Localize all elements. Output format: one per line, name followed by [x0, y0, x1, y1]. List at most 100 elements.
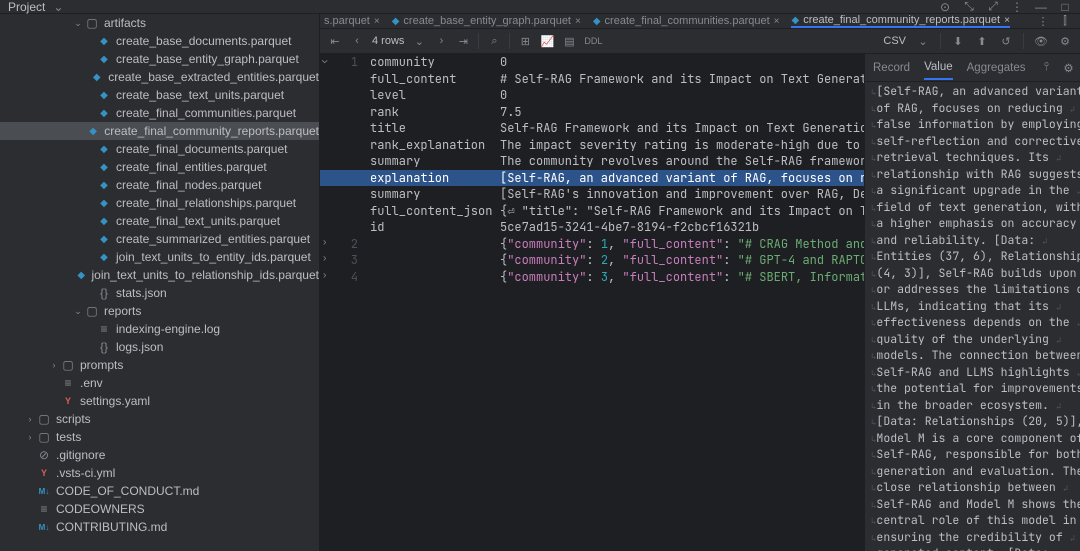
- value-viewer[interactable]: ↳[Self-RAG, an advanced variant ↲↳of RAG…: [865, 82, 1080, 551]
- prev-icon[interactable]: ‹: [350, 34, 364, 48]
- file-item[interactable]: ◆create_final_text_units.parquet: [0, 212, 319, 230]
- format-select[interactable]: CSV: [883, 35, 906, 47]
- file-item[interactable]: Ysettings.yaml: [0, 392, 319, 410]
- settings-icon[interactable]: ⋮: [1010, 0, 1024, 14]
- tab-record[interactable]: Record: [873, 57, 910, 79]
- fold-icon[interactable]: ⌄: [322, 54, 327, 66]
- collapse-icon[interactable]: ⤢: [986, 0, 1000, 14]
- project-tree[interactable]: ⌄▢artifacts ◆create_base_documents.parqu…: [0, 14, 320, 551]
- file-item[interactable]: ◆create_final_nodes.parquet: [0, 176, 319, 194]
- table-view-icon[interactable]: ⊞: [518, 34, 532, 48]
- file-item[interactable]: ◆create_base_entity_graph.parquet: [0, 50, 319, 68]
- first-icon[interactable]: ⇤: [328, 34, 342, 48]
- file-item[interactable]: ≡indexing-engine.log: [0, 320, 319, 338]
- ddl-button[interactable]: DDL: [584, 36, 602, 46]
- chart-icon[interactable]: 📈: [540, 34, 554, 48]
- file-item[interactable]: ≡.env: [0, 374, 319, 392]
- filter-icon[interactable]: ⫯: [1039, 61, 1053, 75]
- gear-icon[interactable]: ⚙: [1058, 34, 1072, 48]
- file-item[interactable]: ◆create_base_documents.parquet: [0, 32, 319, 50]
- parquet-icon: ◆: [96, 36, 112, 47]
- last-icon[interactable]: ⇥: [456, 34, 470, 48]
- eye-icon[interactable]: 👁: [1034, 34, 1048, 48]
- download-icon[interactable]: ⬇: [951, 34, 965, 48]
- chevron-down-icon[interactable]: ⌄: [412, 34, 426, 48]
- close-icon[interactable]: ×: [1004, 15, 1010, 26]
- folder-tests[interactable]: ›▢tests: [0, 428, 319, 446]
- rows-count[interactable]: 4 rows: [372, 35, 404, 47]
- fold-icon[interactable]: ›: [322, 252, 327, 264]
- hide-icon[interactable]: □: [1058, 0, 1072, 14]
- yaml-icon: Y: [60, 396, 76, 406]
- revert-icon[interactable]: ↺: [999, 34, 1013, 48]
- parquet-icon: ◆: [96, 54, 112, 65]
- parquet-icon: ◆: [96, 90, 112, 101]
- project-label[interactable]: Project: [8, 0, 45, 14]
- locate-icon[interactable]: ⊙: [938, 0, 952, 14]
- file-item[interactable]: {}stats.json: [0, 284, 319, 302]
- search-icon[interactable]: ⌕: [487, 34, 501, 48]
- tab[interactable]: ◆create_base_entity_graph.parquet×: [392, 15, 581, 27]
- parquet-icon: ◆: [791, 15, 799, 26]
- tab-aggregates[interactable]: Aggregates: [967, 57, 1026, 79]
- chevron-right-icon: ›: [24, 414, 36, 424]
- collapsed-row[interactable]: {"community": 3, "full_content": "# SBER…: [500, 269, 864, 285]
- folder-artifacts[interactable]: ⌄▢artifacts: [0, 14, 319, 32]
- file-item-selected[interactable]: ◆create_final_community_reports.parquet: [0, 122, 319, 140]
- close-icon[interactable]: ×: [774, 16, 780, 27]
- parquet-icon: ◆: [86, 126, 100, 137]
- file-item[interactable]: {}logs.json: [0, 338, 319, 356]
- folder-icon: ▢: [60, 358, 76, 372]
- file-item[interactable]: ⊘.gitignore: [0, 446, 319, 464]
- json-icon: {}: [96, 286, 112, 300]
- chevron-down-icon: ⌄: [72, 18, 84, 29]
- more-icon[interactable]: ⋮: [1036, 14, 1050, 28]
- tab[interactable]: ◆create_final_communities.parquet×: [593, 15, 780, 27]
- file-item[interactable]: ◆create_summarized_entities.parquet: [0, 230, 319, 248]
- split-icon[interactable]: ⫿: [1058, 14, 1072, 28]
- minimize-icon[interactable]: —: [1034, 0, 1048, 14]
- data-toolbar: ⇤ ‹ 4 rows ⌄ › ⇥ ⌕ ⊞ 📈 ▤ DDL CSV⌄ ⬇ ⬆ ↺ …: [320, 28, 1080, 54]
- gear-icon[interactable]: ⚙: [1061, 61, 1075, 75]
- expand-icon[interactable]: ⤡: [962, 0, 976, 14]
- folder-prompts[interactable]: ›▢prompts: [0, 356, 319, 374]
- file-item[interactable]: ◆create_base_extracted_entities.parquet: [0, 68, 319, 86]
- file-item[interactable]: ◆create_final_documents.parquet: [0, 140, 319, 158]
- file-item[interactable]: M↓CONTRIBUTING.md: [0, 518, 319, 536]
- upload-icon[interactable]: ⬆: [975, 34, 989, 48]
- close-icon[interactable]: ×: [575, 16, 581, 27]
- parquet-icon: ◆: [96, 234, 112, 245]
- folder-scripts[interactable]: ›▢scripts: [0, 410, 319, 428]
- file-item[interactable]: M↓CODE_OF_CONDUCT.md: [0, 482, 319, 500]
- folder-reports[interactable]: ⌄▢reports: [0, 302, 319, 320]
- file-item[interactable]: ◆join_text_units_to_relationship_ids.par…: [0, 266, 319, 284]
- file-item[interactable]: ◆create_final_communities.parquet: [0, 104, 319, 122]
- next-icon[interactable]: ›: [434, 34, 448, 48]
- file-item[interactable]: Y.vsts-ci.yml: [0, 464, 319, 482]
- tab[interactable]: s.parquet×: [324, 15, 380, 27]
- parquet-icon: ◆: [96, 180, 112, 191]
- data-grid[interactable]: ⌄1community0 full_content# Self-RAG Fram…: [320, 54, 864, 551]
- tree-view-icon[interactable]: ▤: [562, 34, 576, 48]
- parquet-icon: ◆: [96, 216, 112, 227]
- chevron-down-icon: ⌄: [72, 306, 84, 317]
- chevron-down-icon[interactable]: ⌄: [916, 34, 930, 48]
- json-icon: {}: [96, 340, 112, 354]
- chevron-down-icon[interactable]: ⌄: [51, 0, 65, 14]
- file-item[interactable]: ◆create_final_entities.parquet: [0, 158, 319, 176]
- editor-tabs: s.parquet× ◆create_base_entity_graph.par…: [320, 14, 1080, 28]
- close-icon[interactable]: ×: [374, 16, 380, 27]
- folder-icon: ▢: [84, 16, 100, 30]
- parquet-icon: ◆: [96, 144, 112, 155]
- collapsed-row[interactable]: {"community": 1, "full_content": "# CRAG…: [500, 236, 864, 252]
- file-item[interactable]: ≡CODEOWNERS: [0, 500, 319, 518]
- tab-value[interactable]: Value: [924, 56, 953, 80]
- file-item[interactable]: ◆create_base_text_units.parquet: [0, 86, 319, 104]
- tab-active[interactable]: ◆create_final_community_reports.parquet×: [791, 14, 1009, 28]
- file-item[interactable]: ◆join_text_units_to_entity_ids.parquet: [0, 248, 319, 266]
- fold-icon[interactable]: ›: [322, 269, 327, 281]
- chevron-right-icon: ›: [48, 360, 60, 370]
- file-item[interactable]: ◆create_final_relationships.parquet: [0, 194, 319, 212]
- fold-icon[interactable]: ›: [322, 236, 327, 248]
- collapsed-row[interactable]: {"community": 2, "full_content": "# GPT-…: [500, 252, 864, 268]
